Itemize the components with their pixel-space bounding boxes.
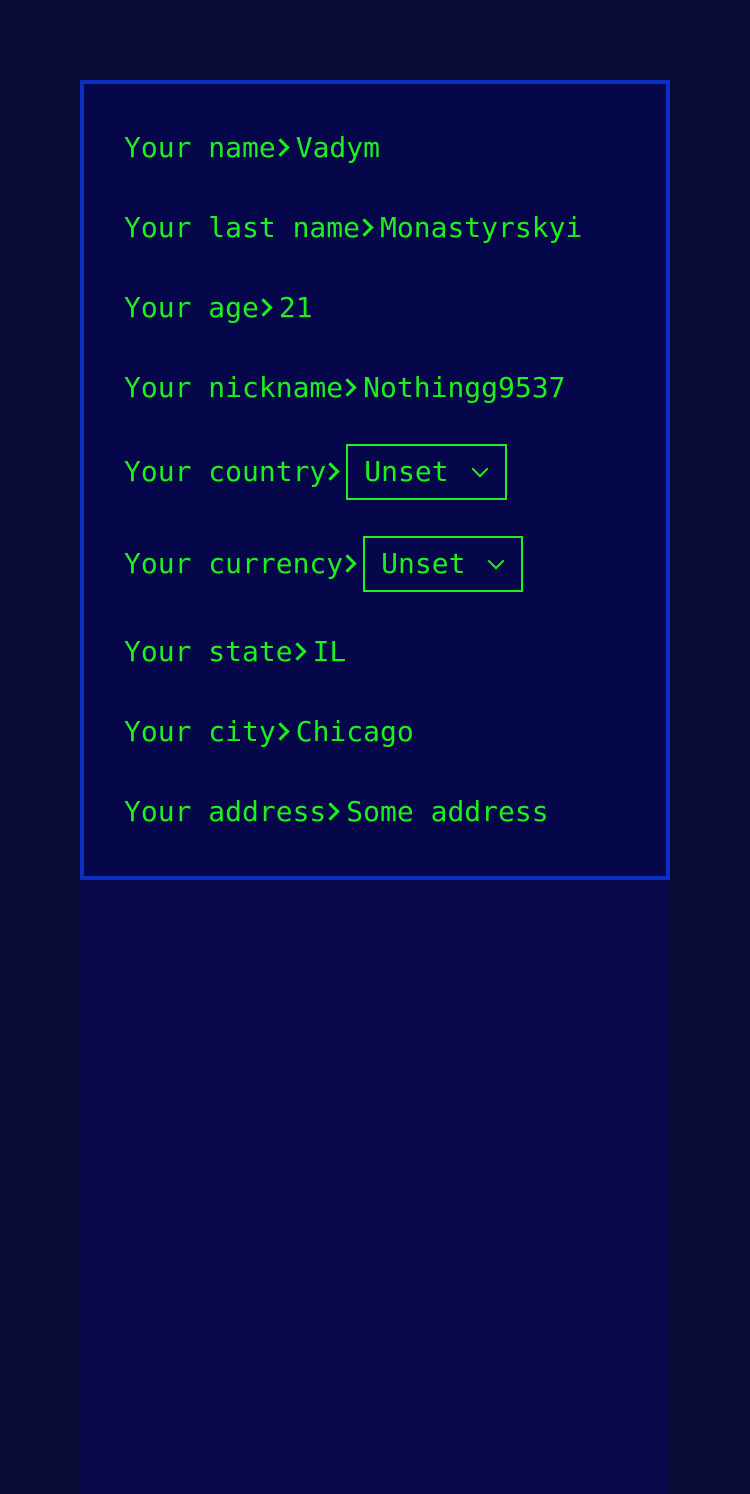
field-label-city: Your city — [124, 715, 276, 748]
field-row-address: Your address Some address — [124, 798, 549, 826]
field-row-country: Your country Unset — [124, 444, 507, 500]
country-select-value: Unset — [364, 455, 449, 488]
field-row-currency: Your currency Unset — [124, 536, 524, 592]
field-row-last-name: Your last name Monastyrskyi — [124, 214, 582, 242]
profile-panel: Your name Vadym Your last name Monastyrsky… — [80, 80, 670, 880]
country-select[interactable]: Unset — [346, 444, 507, 500]
field-row-nickname: Your nickname Nothingg9537 — [124, 374, 565, 402]
prompt-chevron-icon — [276, 722, 288, 742]
field-value-address[interactable]: Some address — [346, 798, 548, 826]
prompt-chevron-icon — [326, 802, 338, 822]
field-label-currency: Your currency — [124, 547, 344, 580]
field-value-state[interactable]: IL — [313, 638, 347, 666]
prompt-chevron-icon — [326, 462, 338, 482]
field-label-last-name: Your last name — [124, 211, 361, 244]
field-label-age: Your age — [124, 291, 259, 324]
prompt-chevron-icon — [259, 298, 271, 318]
field-label-name: Your name — [124, 131, 276, 164]
prompt-chevron-icon — [343, 378, 355, 398]
field-value-age[interactable]: 21 — [279, 294, 313, 322]
field-row-age: Your age 21 — [124, 294, 313, 322]
prompt-chevron-icon — [293, 642, 305, 662]
chevron-down-icon — [487, 557, 505, 571]
field-row-name: Your name Vadym — [124, 134, 380, 162]
field-label-nickname: Your nickname — [124, 371, 344, 404]
field-label-address: Your address — [124, 795, 327, 828]
field-row-state: Your state IL — [124, 638, 346, 666]
prompt-chevron-icon — [360, 218, 372, 238]
field-value-city[interactable]: Chicago — [296, 718, 414, 746]
prompt-chevron-icon — [343, 554, 355, 574]
currency-select[interactable]: Unset — [363, 536, 524, 592]
field-value-last-name[interactable]: Monastyrskyi — [380, 214, 582, 242]
field-value-nickname[interactable]: Nothingg9537 — [363, 374, 565, 402]
chevron-down-icon — [471, 465, 489, 479]
field-row-city: Your city Chicago — [124, 718, 414, 746]
field-value-name[interactable]: Vadym — [296, 134, 380, 162]
prompt-chevron-icon — [276, 138, 288, 158]
field-label-state: Your state — [124, 635, 293, 668]
currency-select-value: Unset — [381, 547, 466, 580]
field-label-country: Your country — [124, 455, 327, 488]
